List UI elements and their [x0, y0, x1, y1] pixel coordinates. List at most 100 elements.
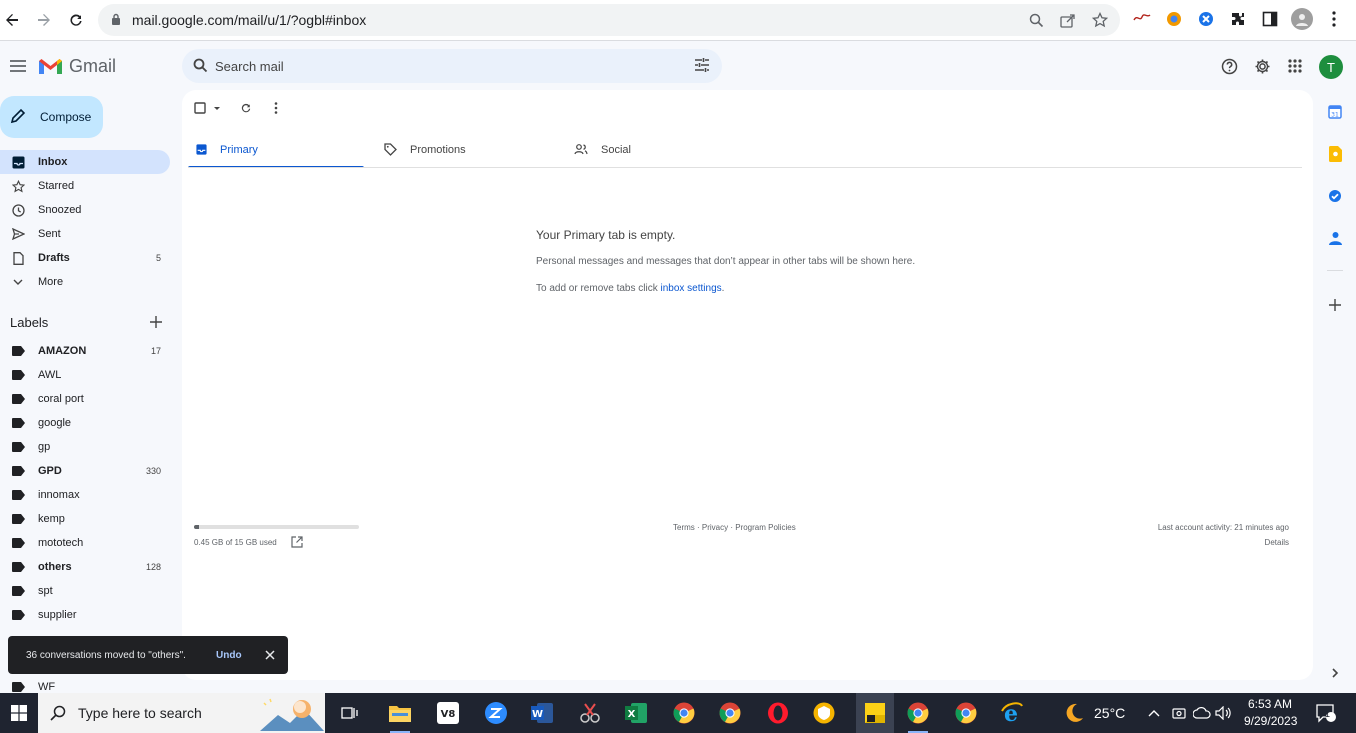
details-link[interactable]: Details	[1265, 538, 1289, 547]
sidebar-item-drafts[interactable]: Drafts 5	[0, 246, 170, 270]
chrome-active-icon[interactable]	[904, 699, 932, 733]
volume-icon[interactable]	[1214, 699, 1234, 727]
chrome-profile-1-icon[interactable]	[670, 699, 698, 727]
sidebar-label-item[interactable]: coral port	[0, 387, 170, 411]
empty-state-description: Personal messages and messages that don’…	[536, 256, 916, 267]
browser-menu-icon[interactable]	[1325, 10, 1343, 28]
expand-panel-chevron-icon[interactable]	[1327, 665, 1343, 681]
extension-3-icon[interactable]	[1197, 10, 1215, 28]
compose-button[interactable]: Compose	[0, 96, 103, 138]
search-icon	[50, 705, 66, 724]
main-menu-button[interactable]	[6, 54, 30, 78]
side-panel-icon[interactable]	[1261, 10, 1279, 28]
program-policies-link[interactable]: Program Policies	[735, 523, 795, 532]
gmail-m-icon	[39, 59, 62, 74]
calendar-icon[interactable]: 31	[1327, 104, 1343, 120]
close-icon[interactable]	[263, 648, 277, 662]
back-button[interactable]	[0, 8, 24, 32]
chrome-profile-3-icon[interactable]	[952, 699, 980, 727]
keep-icon[interactable]	[1327, 146, 1343, 162]
tab-promotions[interactable]: Promotions	[376, 131, 552, 168]
share-icon[interactable]	[1060, 12, 1076, 28]
reload-button[interactable]	[64, 8, 88, 32]
label-tag-icon	[11, 584, 25, 598]
select-all-checkbox[interactable]	[192, 100, 222, 116]
meet-now-icon[interactable]	[1170, 699, 1188, 727]
sidebar-label-item[interactable]: GPD 330	[0, 459, 170, 483]
inbox-settings-link[interactable]: inbox settings	[661, 283, 722, 294]
search-icon[interactable]	[193, 58, 208, 76]
sidebar-label-item[interactable]: others 128	[0, 555, 170, 579]
zoom-app-icon[interactable]	[482, 699, 510, 727]
account-avatar[interactable]: T	[1319, 55, 1343, 79]
add-addon-icon[interactable]	[1327, 297, 1343, 313]
open-external-icon[interactable]	[291, 536, 303, 548]
chrome-profile-2-icon[interactable]	[716, 699, 744, 727]
excel-icon[interactable]: X	[622, 699, 650, 727]
svg-text:V8: V8	[441, 709, 456, 720]
browser-toolbar: mail.google.com/mail/u/1/?ogbl#inbox	[0, 0, 1356, 41]
tasks-icon[interactable]	[1327, 188, 1343, 204]
clock-time[interactable]: 6:53 AM	[1248, 697, 1292, 711]
file-explorer-icon[interactable]	[386, 699, 414, 733]
sidebar-item-snoozed[interactable]: Snoozed	[0, 198, 170, 222]
help-icon[interactable]	[1219, 56, 1239, 76]
sidebar-item-inbox[interactable]: Inbox	[0, 150, 170, 174]
zoom-icon[interactable]	[1028, 12, 1044, 28]
sidebar-label-item[interactable]: supplier	[0, 603, 170, 627]
sidebar-label-item[interactable]: AWL	[0, 363, 170, 387]
gmail-logo[interactable]: Gmail	[38, 56, 116, 77]
sidebar-item-starred[interactable]: Starred	[0, 174, 170, 198]
tray-chevron-up-icon[interactable]	[1146, 699, 1162, 727]
terms-link[interactable]: Terms	[673, 523, 695, 532]
search-options-icon[interactable]	[694, 57, 710, 76]
start-button[interactable]	[0, 693, 38, 733]
network-icon[interactable]	[1192, 699, 1212, 727]
tab-social[interactable]: Social	[566, 131, 742, 168]
refresh-icon[interactable]	[236, 100, 256, 116]
sidebar-item-more[interactable]: More	[0, 270, 170, 294]
forward-button[interactable]	[32, 8, 56, 32]
task-view-icon[interactable]	[336, 699, 364, 727]
star-bookmark-icon[interactable]	[1092, 12, 1108, 28]
hint-suffix: .	[721, 283, 725, 294]
sidebar-item-label: gp	[38, 441, 51, 453]
snipping-tool-icon[interactable]	[576, 699, 604, 727]
internet-explorer-icon[interactable]: e	[998, 699, 1026, 727]
clock-date[interactable]: 9/29/2023	[1244, 714, 1297, 728]
sidebar-label-item[interactable]: gp	[0, 435, 170, 459]
sidebar-label-item[interactable]: google	[0, 411, 170, 435]
sidebar-item-sent[interactable]: Sent	[0, 222, 170, 246]
privacy-link[interactable]: Privacy	[702, 523, 728, 532]
weather-temperature[interactable]: 25°C	[1094, 705, 1125, 721]
profile-avatar[interactable]	[1291, 8, 1313, 30]
sidebar-label-item[interactable]: innomax	[0, 483, 170, 507]
weather-moon-icon[interactable]	[1060, 699, 1088, 727]
search-input[interactable]	[215, 54, 675, 78]
sidebar-label-item[interactable]: spt	[0, 579, 170, 603]
tab-primary[interactable]: Primary	[188, 131, 364, 168]
puzzle-extensions-icon[interactable]	[1229, 10, 1247, 28]
vpn-icon[interactable]	[810, 699, 838, 727]
extension-1-icon[interactable]	[1133, 10, 1151, 28]
undo-button[interactable]: Undo	[216, 650, 242, 661]
tab-label: Primary	[220, 143, 258, 156]
sidebar-item-count: 330	[145, 466, 161, 476]
windows-taskbar: Type here to search V8 W X e 25°C 6:53 A…	[0, 693, 1356, 733]
contacts-icon[interactable]	[1327, 230, 1343, 246]
apps-grid-icon[interactable]	[1285, 56, 1305, 76]
sticky-notes-icon[interactable]	[856, 693, 894, 733]
extension-2-icon[interactable]	[1165, 10, 1183, 28]
sidebar-label-item[interactable]: kemp	[0, 507, 170, 531]
taskbar-search[interactable]: Type here to search	[38, 693, 325, 733]
sidebar-label-item[interactable]: AMAZON 17	[0, 339, 170, 363]
taskbar-search-text: Type here to search	[78, 705, 202, 721]
more-options-icon[interactable]	[266, 100, 286, 116]
opera-icon[interactable]	[764, 699, 792, 727]
app-vs-icon[interactable]: V8	[434, 699, 462, 727]
settings-gear-icon[interactable]	[1252, 56, 1272, 76]
word-icon[interactable]: W	[528, 699, 556, 727]
sidebar-label-item[interactable]: mototech	[0, 531, 170, 555]
address-bar[interactable]: mail.google.com/mail/u/1/?ogbl#inbox	[98, 4, 1120, 36]
add-label-button[interactable]	[148, 314, 164, 330]
